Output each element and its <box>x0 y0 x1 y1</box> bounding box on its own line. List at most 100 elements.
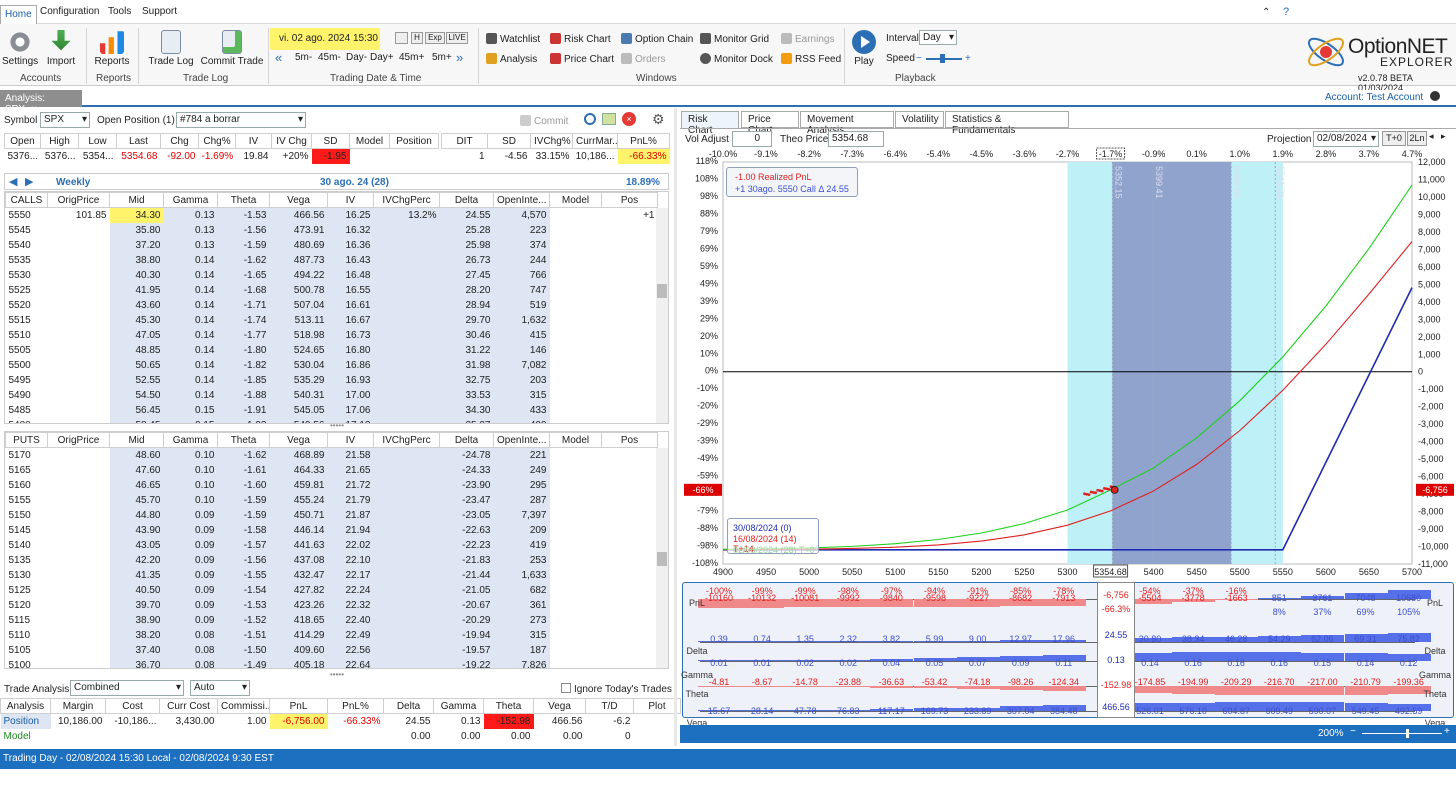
chain-row[interactable]: 5545 35.80 0.13 -1.56 473.91 16.32 25.28 223 <box>6 222 658 238</box>
projection-date-input[interactable]: 02/08/2024 ▾ <box>1313 131 1379 147</box>
exp-button[interactable]: Exp <box>425 32 445 44</box>
chain-row[interactable]: 5490 54.50 0.14 -1.88 540.31 17.00 33.53 315 <box>6 387 658 403</box>
trade-log-button[interactable]: Trade Log <box>148 30 194 67</box>
earnings-button[interactable]: Earnings <box>781 33 834 45</box>
puts-scrollbar[interactable] <box>656 448 668 668</box>
risk-chart-button[interactable]: Risk Chart <box>550 33 611 45</box>
step-5m-fwd[interactable]: 5m+ <box>432 52 452 63</box>
chain-row[interactable]: 5145 43.90 0.09 -1.58 446.14 21.94 -22.63 209 <box>6 522 658 538</box>
chain-row[interactable]: 5165 47.60 0.10 -1.61 464.33 21.65 -24.33 249 <box>6 462 658 478</box>
risk-chart[interactable]: 5352.15 5399.41 5489.95 5541.21118%108%98%8… <box>680 146 1456 580</box>
analysis-button[interactable]: Analysis <box>486 53 537 65</box>
account-selector[interactable]: Account: Test Account <box>1325 92 1423 103</box>
chain-row[interactable]: 5120 39.70 0.09 -1.53 423.26 22.32 -20.67 361 <box>6 597 658 613</box>
option-chain-button[interactable]: Option Chain <box>621 33 693 45</box>
live-button[interactable]: LIVE <box>446 32 468 44</box>
step-day-back[interactable]: Day- <box>346 52 367 63</box>
gear-icon[interactable]: ⚙ <box>652 111 665 128</box>
orders-button[interactable]: Orders <box>621 53 666 65</box>
chart-tab[interactable]: Price Chart <box>741 111 799 136</box>
search-icon[interactable] <box>584 113 596 125</box>
zoom-slider-thumb[interactable] <box>1406 729 1409 738</box>
step-back-icon[interactable]: « <box>275 50 282 65</box>
2ln-button[interactable]: 2Ln <box>1407 131 1427 146</box>
price-chart-button[interactable]: Price Chart <box>550 53 614 65</box>
zoom-in-icon[interactable]: + <box>1444 726 1450 737</box>
chain-row[interactable]: 5500 50.65 0.14 -1.82 530.04 16.86 31.98 7,082 <box>6 357 658 373</box>
chain-row[interactable]: 5550 101.85 34.30 0.13 -1.53 466.56 16.25 13.2%… <box>6 207 658 223</box>
step-45m-fwd[interactable]: 45m+ <box>399 52 424 63</box>
calendar-icon[interactable] <box>395 32 408 44</box>
chain-row[interactable]: 5140 43.05 0.09 -1.57 441.63 22.02 -22.23 419 <box>6 537 658 553</box>
play-button[interactable]: Play <box>849 30 879 67</box>
splitter-handle[interactable]: ••••• <box>330 670 344 679</box>
arrow-right-icon[interactable]: ▸ <box>1441 131 1446 142</box>
step-forward-icon[interactable]: » <box>456 50 463 65</box>
chart-tab[interactable]: Risk Chart <box>681 111 739 136</box>
next-expiry-icon[interactable]: ▶ <box>25 175 33 188</box>
collapse-ribbon-icon[interactable]: ⌃ <box>1262 7 1270 18</box>
arrow-left-icon[interactable]: ◂ <box>1429 131 1434 142</box>
menu-tools[interactable]: Tools <box>108 6 131 17</box>
chain-row[interactable]: 5155 45.70 0.10 -1.59 455.24 21.79 -23.47 287 <box>6 492 658 508</box>
chain-row[interactable]: 5535 38.80 0.14 -1.62 487.73 16.43 26.73 244 <box>6 252 658 268</box>
account-status-icon[interactable] <box>1430 91 1440 101</box>
zoom-out-icon[interactable]: − <box>1350 726 1356 737</box>
import-button[interactable]: Import <box>44 30 78 67</box>
chain-row[interactable]: 5510 47.05 0.14 -1.77 518.98 16.73 30.46 415 <box>6 327 658 343</box>
auto-select[interactable]: Auto ▾ <box>190 680 250 696</box>
chain-row[interactable]: 5170 48.60 0.10 -1.62 468.89 21.58 -24.78 221 <box>6 447 658 463</box>
t0-button[interactable]: T+0 <box>1382 131 1406 146</box>
symbol-select[interactable]: SPX ▾ <box>40 112 90 128</box>
reports-button[interactable]: Reports <box>92 30 132 67</box>
step-day-fwd[interactable]: Day+ <box>370 52 394 63</box>
hold-button[interactable]: H <box>411 32 423 44</box>
chart-tab[interactable]: Statistics & Fundamentals <box>945 111 1069 136</box>
rss-feed-button[interactable]: RSS Feed <box>781 53 841 65</box>
zoom-slider[interactable] <box>1362 733 1442 734</box>
chain-row[interactable]: 5515 45.30 0.14 -1.74 513.11 16.67 29.70 1,632 <box>6 312 658 328</box>
speed-minus-icon[interactable]: − <box>916 53 922 64</box>
step-5m-back[interactable]: 5m- <box>295 52 312 63</box>
chain-row[interactable]: 5530 40.30 0.14 -1.65 494.22 16.48 27.45 766 <box>6 267 658 283</box>
step-45m-back[interactable]: 45m- <box>318 52 341 63</box>
help-icon[interactable]: ? <box>1283 6 1289 18</box>
chain-row[interactable]: 5105 37.40 0.08 -1.50 409.60 22.56 -19.57 187 <box>6 642 658 658</box>
speed-plus-icon[interactable]: + <box>965 53 971 64</box>
chain-row[interactable]: 5520 43.60 0.14 -1.71 507.04 16.61 28.94 519 <box>6 297 658 313</box>
settings-button[interactable]: Settings <box>2 30 38 67</box>
chart-tab[interactable]: Movement Analysis <box>800 111 894 136</box>
menu-home[interactable]: Home <box>0 5 37 24</box>
analysis-tab[interactable]: Analysis: SPX × <box>0 90 82 115</box>
commit-trade-button[interactable]: Commit Trade <box>200 30 264 67</box>
chain-row[interactable]: 5525 41.95 0.14 -1.68 500.78 16.55 28.20 747 <box>6 282 658 298</box>
chain-row[interactable]: 5125 40.50 0.09 -1.54 427.82 22.24 -21.05 682 <box>6 582 658 598</box>
monitor-dock-button[interactable]: Monitor Dock <box>700 53 773 65</box>
trade-mode-select[interactable]: Combined ▾ <box>70 680 184 696</box>
commit-button[interactable]: Commit <box>520 115 568 127</box>
chain-row[interactable]: 5505 48.85 0.14 -1.80 524.65 16.80 31.22 146 <box>6 342 658 358</box>
menu-configuration[interactable]: Configuration <box>40 6 99 17</box>
trading-date-value[interactable]: vi. 02 ago. 2024 15:30 <box>279 33 378 44</box>
splitter-handle[interactable]: ••••• <box>330 421 344 430</box>
close-icon[interactable]: × <box>31 104 37 115</box>
speed-slider-thumb[interactable] <box>940 54 945 63</box>
chain-row[interactable]: 5150 44.80 0.09 -1.59 450.71 21.87 -23.05 7,397 <box>6 507 658 523</box>
interval-select[interactable]: Day ▾ <box>919 30 957 45</box>
chart-tab[interactable]: Volatility <box>895 111 944 128</box>
ignore-trades-checkbox[interactable] <box>561 683 571 693</box>
prev-expiry-icon[interactable]: ◀ <box>9 175 17 188</box>
chain-row[interactable]: 5135 42.20 0.09 -1.56 437.08 22.10 -21.83 253 <box>6 552 658 568</box>
chain-row[interactable]: 5160 46.65 0.10 -1.60 459.81 21.72 -23.90 295 <box>6 477 658 493</box>
open-position-select[interactable]: #784 a borrar ▾ <box>176 112 306 128</box>
chain-row[interactable]: 5100 36.70 0.08 -1.49 405.18 22.64 -19.22 7,826 <box>6 657 658 668</box>
chain-row[interactable]: 5130 41.35 0.09 -1.55 432.47 22.17 -21.44 1,633 <box>6 567 658 583</box>
chain-row[interactable]: 5495 52.55 0.14 -1.85 535.29 16.93 32.75 203 <box>6 372 658 388</box>
monitor-grid-button[interactable]: Monitor Grid <box>700 33 769 45</box>
watchlist-button[interactable]: Watchlist <box>486 33 540 45</box>
vol-adjust-input[interactable]: 0 <box>732 131 772 147</box>
chain-row[interactable]: 5540 37.20 0.13 -1.59 480.69 16.36 25.98 374 <box>6 237 658 253</box>
chain-row[interactable]: 5115 38.90 0.09 -1.52 418.65 22.40 -20.29 273 <box>6 612 658 628</box>
spreadsheet-icon[interactable] <box>602 113 616 125</box>
chain-row[interactable]: 5485 56.45 0.15 -1.91 545.05 17.06 34.30 433 <box>6 402 658 418</box>
